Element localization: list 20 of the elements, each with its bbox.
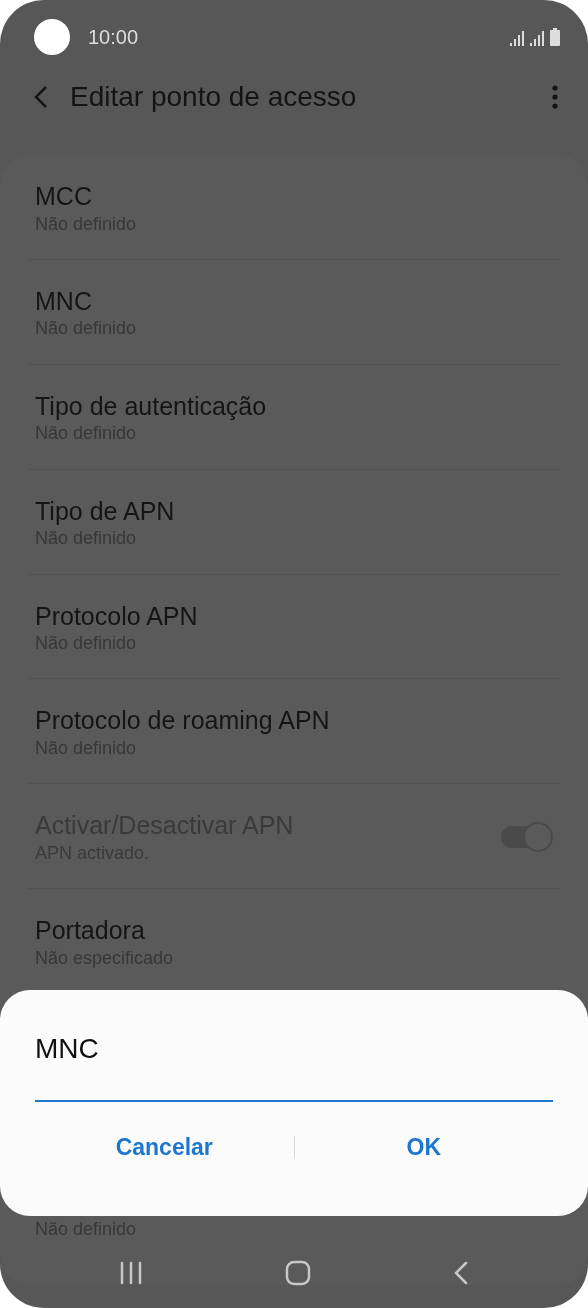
recent-apps-icon[interactable]: [119, 1261, 143, 1285]
dialog-button[interactable]: OK: [294, 1118, 553, 1177]
screen-title: Editar ponto de acesso: [70, 80, 357, 114]
battery-icon: [550, 28, 560, 46]
setting-title: Protocolo de roaming APN: [35, 705, 331, 737]
camera-cutout: [34, 19, 70, 55]
setting-title: Tipo de APN: [35, 495, 176, 527]
setting-title: Tipo de autenticação: [35, 390, 268, 422]
setting-title: MNC: [35, 285, 93, 317]
signal-icon: [510, 30, 526, 46]
setting-title: Protocolo APN: [35, 600, 199, 632]
setting-title: Portadora: [35, 915, 146, 947]
home-icon[interactable]: [285, 1260, 311, 1286]
clock: 10:00: [88, 25, 139, 50]
dialog-button[interactable]: Cancelar: [35, 1118, 294, 1177]
back-icon[interactable]: [34, 85, 48, 109]
more-options-icon[interactable]: [552, 85, 558, 109]
setting-title: MCC: [35, 181, 93, 212]
dialog-title: MNC: [35, 1032, 100, 1066]
signal-icon: [530, 30, 546, 46]
